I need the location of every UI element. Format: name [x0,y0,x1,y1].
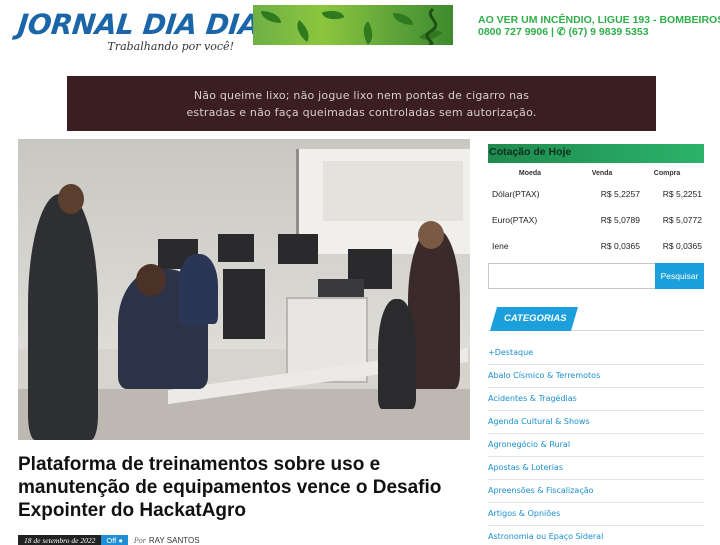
logo-tagline: Trabalhando por você! [107,40,234,53]
article-headline[interactable]: Plataforma de treinamentos sobre uso e m… [18,453,470,522]
fire-alert-line2: 0800 727 9906 | ✆ (67) 9 9839 5353 [478,26,649,38]
categories-title: CATEGORIAS [490,307,578,331]
category-link[interactable]: Acidentes & Tragédias [488,388,704,411]
quote-venda: R$ 5,2257 [600,189,640,199]
currency-quotes-widget: Cotação de Hoje Moeda Venda Compra Dólar… [488,144,704,259]
quote-moeda: Dólar(PTAX) [492,189,540,199]
quote-moeda: Euro(PTAX) [492,215,538,225]
category-link[interactable]: Abalo Císmico & Terremotos [488,365,704,388]
author-prefix: Por [133,535,146,545]
article-meta: 18 de setembro de 2022 Off ● Por RAY SAN… [18,534,200,545]
logo-title: JORNAL DIA DIA [16,8,262,41]
search-form: Pesquisar [488,263,704,289]
category-link[interactable]: Apreensões & Fiscalização [488,480,704,503]
site-logo[interactable]: JORNAL DIA DIA Trabalhando por você! [16,8,261,58]
quote-compra: R$ 5,2251 [662,189,702,199]
quote-row: Iene R$ 0,0365 R$ 0,0365 [488,233,704,259]
quote-moeda: Iene [492,241,509,251]
comments-badge[interactable]: Off ● [101,534,128,545]
fire-alert-line1: AO VER UM INCÊNDIO, LIGUE 193 - BOMBEIRO… [478,14,720,26]
article-featured-image[interactable] [18,139,470,440]
category-link[interactable]: Apostas & Loterias [488,457,704,480]
search-button[interactable]: Pesquisar [655,263,704,289]
article-date: 18 de setembro de 2022 [18,534,102,545]
notice-line1: Não queime lixo; não jogue lixo nem pont… [193,89,530,102]
col-compra: Compra [653,170,681,177]
col-venda: Venda [591,170,613,177]
category-link[interactable]: +Destaque [488,342,704,365]
comments-count: Off [106,535,117,545]
snake-icon [425,7,438,45]
category-link[interactable]: Agronegócio & Rural [488,434,704,457]
quote-compra: R$ 0,0365 [662,241,702,251]
fire-alert-contact: AO VER UM INCÊNDIO, LIGUE 193 - BOMBEIRO… [478,14,720,38]
category-link[interactable]: Agenda Cultural & Shows [488,411,704,434]
page: JORNAL DIA DIA Trabalhando por você! AO … [0,0,720,545]
quote-row: Euro(PTAX) R$ 5,0789 R$ 5,0772 [488,207,704,233]
quotes-header-row: Moeda Venda Compra [488,166,704,181]
quote-venda: R$ 0,0365 [600,241,640,251]
categories-list: +Destaque Abalo Císmico & Terremotos Aci… [488,342,704,545]
comment-icon: ● [118,535,123,545]
notice-line2: estradas e não faça queimadas controlada… [186,106,537,119]
categories-header: CATEGORIAS [488,307,704,331]
header-banner-image[interactable] [253,5,453,45]
quote-venda: R$ 5,0789 [600,215,640,225]
environment-notice[interactable]: Não queime lixo; não jogue lixo nem pont… [67,76,656,131]
quotes-title: Cotação de Hoje [488,144,704,163]
quote-row: Dólar(PTAX) R$ 5,2257 R$ 5,2251 [488,181,704,207]
category-link[interactable]: Artigos & Opniões [488,503,704,526]
quote-compra: R$ 5,0772 [662,215,702,225]
col-moeda: Moeda [518,170,542,177]
search-input[interactable] [488,263,655,289]
author-name[interactable]: RAY SANTOS [149,536,200,545]
category-link[interactable]: Astronomia ou Epaço Sideral [488,526,704,545]
